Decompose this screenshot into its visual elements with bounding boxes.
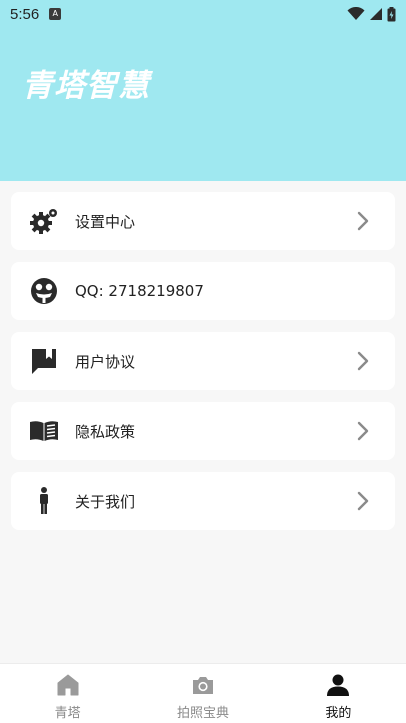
menu-item-about-us[interactable]: 关于我们 — [11, 472, 395, 530]
nav-tab-mine[interactable]: 我的 — [271, 664, 406, 723]
chevron-right-icon — [357, 491, 369, 511]
status-time: 5:56 — [10, 5, 40, 23]
menu-item-label: 关于我们 — [75, 492, 136, 511]
settings-gears-icon — [29, 206, 59, 236]
profile-icon — [327, 674, 350, 696]
menu-item-label: 隐私政策 — [75, 422, 136, 441]
qq-icon — [29, 276, 59, 306]
battery-icon — [387, 6, 396, 21]
nav-tab-photo-guide[interactable]: 拍照宝典 — [135, 664, 270, 723]
app-title: 青塔智慧 — [22, 68, 150, 104]
menu-item-label: QQ: 2718219807 — [75, 282, 204, 300]
a-icon: A — [49, 8, 62, 20]
bottom-nav: 青塔 拍照宝典 我的 — [0, 663, 406, 723]
menu-item-label: 设置中心 — [75, 212, 136, 231]
wifi-icon — [347, 7, 365, 20]
nav-tab-label: 青塔 — [54, 706, 81, 721]
chevron-right-icon — [357, 421, 369, 441]
menu-item-privacy-policy[interactable]: 隐私政策 — [11, 402, 395, 460]
status-icons — [347, 6, 396, 22]
chevron-right-icon — [357, 351, 369, 371]
book-icon — [29, 416, 59, 446]
nav-tab-label: 拍照宝典 — [176, 706, 229, 721]
signal-icon — [370, 8, 382, 20]
menu-item-settings[interactable]: 设置中心 — [11, 192, 395, 250]
nav-tab-label: 我的 — [325, 706, 352, 721]
nav-tab-home[interactable]: 青塔 — [0, 664, 135, 723]
bookmark-chat-icon — [29, 346, 59, 376]
status-bar: 5:56 A — [0, 0, 406, 28]
camera-icon — [192, 677, 213, 694]
settings-menu: 设置中心 QQ: 2718219807 用户协议 隐私政策 关于我们 — [11, 192, 395, 542]
menu-item-label: 用户协议 — [75, 352, 136, 371]
chevron-right-icon — [357, 211, 369, 231]
menu-item-qq[interactable]: QQ: 2718219807 — [11, 262, 395, 320]
menu-item-user-agreement[interactable]: 用户协议 — [11, 332, 395, 390]
home-icon — [57, 674, 79, 696]
person-icon — [29, 486, 59, 516]
header-banner: 5:56 A 青塔智慧 — [0, 0, 406, 181]
app-screen: 5:56 A 青塔智慧 设置中心 QQ: 2718219807 用户协议 隐私政… — [0, 0, 406, 723]
